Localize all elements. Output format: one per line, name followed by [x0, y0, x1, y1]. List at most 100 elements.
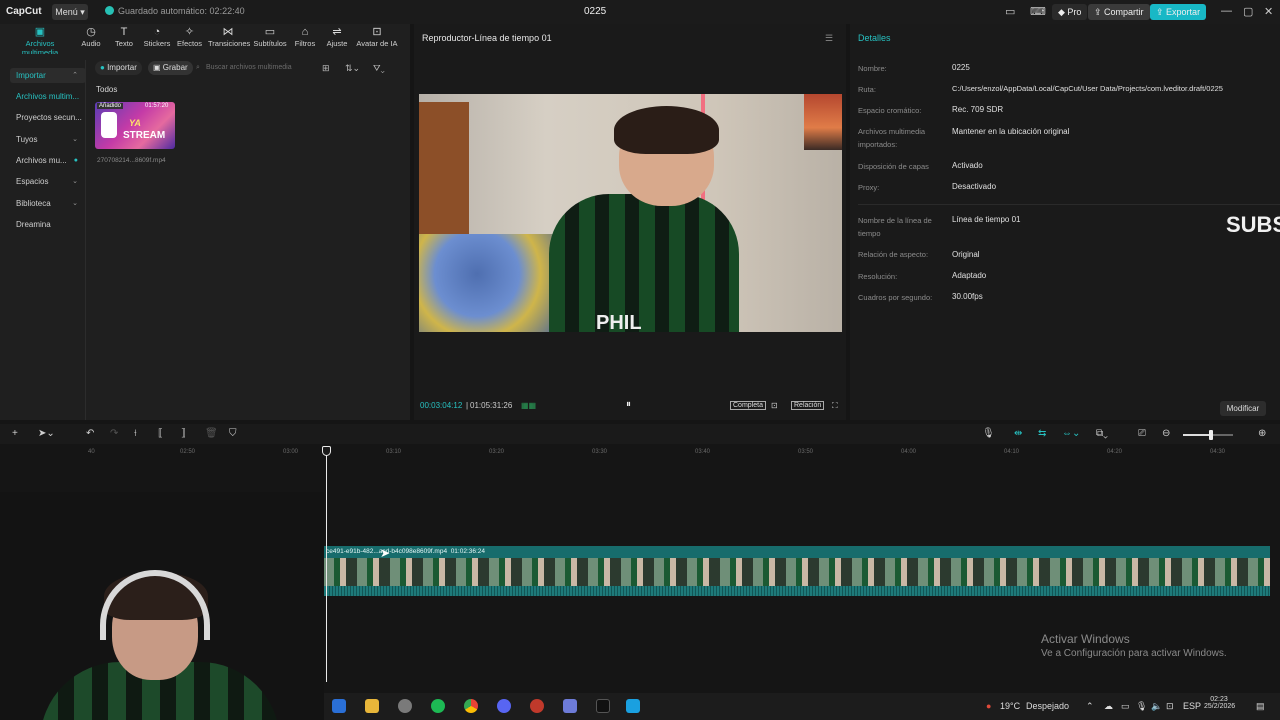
detail-label: Disposición de capas: [858, 162, 929, 171]
preview-axis-icon[interactable]: ⧉⌄: [1096, 428, 1108, 439]
zoom-slider[interactable]: [1183, 430, 1233, 440]
undo-icon[interactable]: ↶: [86, 428, 94, 439]
layout-icon[interactable]: ▭: [1005, 5, 1015, 18]
app-icon[interactable]: [530, 699, 544, 713]
details-title: Detalles: [858, 33, 891, 43]
playhead[interactable]: [326, 446, 327, 682]
capcut-icon[interactable]: [596, 699, 610, 713]
zoom-slider-handle[interactable]: [1209, 430, 1213, 440]
tab-adjust[interactable]: ⇌ Ajuste: [325, 26, 349, 48]
tab-ai-avatar[interactable]: ⊡ Avatar de IA: [355, 26, 399, 48]
sidebar-item-import[interactable]: Importar ⌃: [10, 68, 86, 83]
file-explorer-icon[interactable]: [365, 699, 379, 713]
media-clip-thumbnail[interactable]: Añadido 01:57:20 YA STREAM: [95, 102, 175, 149]
crop-icon[interactable]: ⊡: [771, 401, 778, 410]
chevron-up-icon[interactable]: ⌃: [1086, 701, 1094, 712]
split-right-icon[interactable]: ⟧: [181, 428, 186, 439]
sidebar-item-dreamina[interactable]: Dreamina: [10, 217, 86, 232]
search-input[interactable]: ⌕ Buscar archivos multimedia: [196, 62, 308, 74]
cloud-tray-icon[interactable]: ☁: [1104, 701, 1113, 712]
waveform-icon[interactable]: ▦▦: [521, 401, 536, 410]
caption-icon[interactable]: ⎚: [1138, 428, 1146, 439]
pro-label: Pro: [1067, 7, 1082, 17]
timeline-ruler[interactable]: 40 02:50 03:00 03:10 03:20 03:30 03:40 0…: [0, 444, 1280, 460]
delete-icon[interactable]: 🗑: [205, 428, 218, 439]
spotify-icon[interactable]: [431, 699, 445, 713]
playhead-handle[interactable]: [322, 446, 331, 456]
microphone-tray-icon[interactable]: 🎙: [1136, 701, 1147, 712]
export-button[interactable]: ⇪ Exportar: [1150, 4, 1207, 20]
autosave-status: Guardado automático: 02:22:40: [105, 6, 245, 16]
clock[interactable]: 02:23 25/2/2026: [1204, 696, 1235, 710]
tab-media[interactable]: ▣ Archivos multimedia: [8, 26, 72, 57]
sidebar-item-yours[interactable]: Tuyos ⌄: [10, 132, 86, 147]
overlay-subs-text: SUBS: [1226, 212, 1280, 237]
tab-label: Subtítulos: [253, 39, 287, 48]
ratio-button[interactable]: Relación: [791, 401, 825, 410]
tab-effects[interactable]: ✧ Efectos: [176, 26, 203, 48]
sidebar-item-spaces[interactable]: Espacios ⌄: [10, 174, 86, 189]
network-icon[interactable]: ⊡: [1166, 701, 1174, 712]
windows-start-icon[interactable]: [332, 699, 346, 713]
split-icon[interactable]: ⟊: [134, 428, 137, 439]
weather-icon[interactable]: ●: [986, 701, 991, 711]
sidebar-item-subprojects[interactable]: Proyectos secun...: [10, 110, 86, 125]
settings-icon[interactable]: [398, 699, 412, 713]
app-icon-2[interactable]: [626, 699, 640, 713]
keyboard-icon[interactable]: ⌨: [1030, 5, 1046, 18]
microphone-icon[interactable]: 🎙: [982, 428, 995, 439]
link-icon[interactable]: ⇹: [1014, 428, 1022, 439]
sidebar-item-media-2[interactable]: Archivos mu... ●: [10, 153, 86, 168]
discord-icon[interactable]: [497, 699, 511, 713]
sidebar-item-media[interactable]: Archivos multim...: [10, 89, 86, 104]
magnet-icon[interactable]: ⇆: [1038, 428, 1046, 439]
hair-shape: [614, 106, 719, 154]
zoom-in-icon[interactable]: ⊕: [1258, 428, 1266, 439]
battery-tray-icon[interactable]: ▭: [1121, 701, 1130, 712]
pro-button[interactable]: ◆ Pro: [1052, 4, 1088, 20]
grid-view-icon[interactable]: ⊞: [322, 63, 330, 74]
menu-button[interactable]: Menú ▾: [52, 4, 88, 20]
add-icon[interactable]: +: [12, 428, 18, 439]
share-button[interactable]: ⇪ Compartir: [1088, 4, 1150, 20]
chevron-down-icon: ⌄: [72, 200, 78, 207]
filter-icon[interactable]: ⛛⌄: [373, 63, 385, 74]
pause-icon[interactable]: ⏸: [626, 399, 631, 410]
language-indicator[interactable]: ESP: [1183, 701, 1201, 711]
sidebar-item-library[interactable]: Biblioteca ⌄: [10, 196, 86, 211]
select-cursor-icon[interactable]: ➤⌄: [38, 428, 55, 439]
snap-icon[interactable]: ⇔⌄: [1062, 428, 1080, 439]
minimize-icon[interactable]: —: [1221, 5, 1232, 17]
tab-filters[interactable]: ⌂ Filtros: [293, 26, 317, 48]
total-time: 01:05:31:26: [470, 401, 513, 410]
modify-button[interactable]: Modificar: [1220, 401, 1266, 416]
notification-icon[interactable]: ▤: [1256, 701, 1265, 712]
detail-label: Resolución:: [858, 272, 898, 281]
zoom-out-icon[interactable]: ⊖: [1162, 428, 1170, 439]
chrome-icon[interactable]: [464, 699, 478, 713]
split-left-icon[interactable]: ⟦: [158, 428, 163, 439]
ruler-tick: 02:50: [180, 449, 196, 455]
close-icon[interactable]: ✕: [1264, 5, 1273, 18]
record-button[interactable]: ▣ Grabar: [148, 61, 193, 75]
speaker-icon[interactable]: 🔈: [1151, 701, 1162, 712]
activate-windows-title: Activar Windows: [1041, 632, 1130, 646]
video-preview[interactable]: PHIL: [419, 94, 842, 332]
import-button[interactable]: ● Importar: [95, 61, 142, 75]
maximize-icon[interactable]: ▢: [1243, 5, 1253, 18]
tab-text[interactable]: T Texto: [112, 26, 136, 48]
notepad-icon[interactable]: [563, 699, 577, 713]
tab-stickers[interactable]: ◔ Stickers: [142, 26, 172, 48]
tab-subtitles[interactable]: ▭ Subtítulos: [253, 26, 287, 48]
video-track-clip[interactable]: ce491-e91b-482...acd-b4c098e8609f.mp4 01…: [324, 546, 1270, 598]
tab-audio[interactable]: ◷ Audio: [78, 26, 104, 48]
filter-all[interactable]: Todos: [96, 85, 117, 94]
marker-icon[interactable]: ⛉: [229, 428, 237, 439]
tab-transitions[interactable]: ⋈ Transiciones: [208, 26, 250, 48]
complete-button[interactable]: Completa: [730, 401, 766, 410]
redo-icon[interactable]: ↷: [110, 428, 118, 439]
menu-icon[interactable]: ☰: [825, 33, 833, 44]
fullscreen-icon[interactable]: ⛶: [832, 401, 838, 411]
text-icon: T: [120, 26, 128, 38]
sort-icon[interactable]: ⇅⌄: [345, 63, 360, 74]
